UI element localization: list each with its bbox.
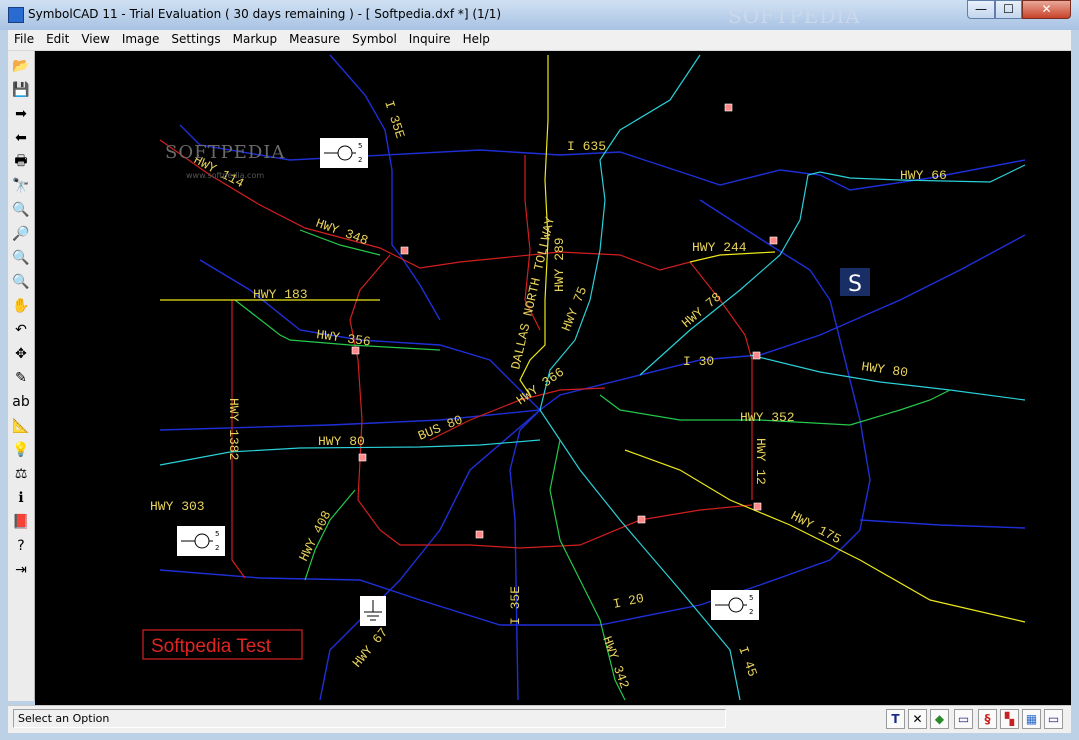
road-label-group: HWY 114 I 35E I 635 HWY 66 HWY 348 DALLA… bbox=[150, 99, 947, 691]
symbol-sub: 5 bbox=[749, 594, 753, 602]
road-label: I 45 bbox=[735, 644, 760, 678]
cancel-tool-button[interactable]: ✕ bbox=[908, 709, 927, 729]
status-bar: Select an Option T ✕ ◆ ▭ § ▚ ▦ ▭ bbox=[8, 705, 1071, 733]
open-folder-icon[interactable]: 📂 bbox=[10, 55, 32, 77]
softpedia-map-url: www.softpedia.com bbox=[186, 171, 264, 180]
print-icon[interactable]: 🖶 bbox=[10, 151, 32, 173]
menu-settings[interactable]: Settings bbox=[165, 30, 226, 49]
bulb-icon[interactable]: 💡 bbox=[10, 439, 32, 461]
status-text: Select an Option bbox=[13, 709, 726, 728]
road-label: I 20 bbox=[612, 591, 646, 612]
road-label: HWY 67 bbox=[350, 625, 392, 671]
drawing-canvas[interactable]: HWY 114 I 35E I 635 HWY 66 HWY 348 DALLA… bbox=[35, 51, 1071, 705]
maximize-button[interactable]: ☐ bbox=[995, 0, 1022, 19]
menu-file[interactable]: File bbox=[8, 30, 40, 49]
symbol-sub: 2 bbox=[215, 544, 219, 552]
move-icon[interactable]: ✥ bbox=[10, 343, 32, 365]
grid-tool-button[interactable]: ▦ bbox=[1022, 709, 1041, 729]
symbol-sub: 2 bbox=[358, 156, 362, 164]
road-label: HWY 80 bbox=[860, 359, 908, 380]
pencil-icon[interactable]: ✎ bbox=[10, 367, 32, 389]
symbol-box-icon: 5 2 bbox=[711, 590, 759, 620]
red-roads bbox=[159, 139, 753, 579]
zoom-window-icon[interactable]: 🔍 bbox=[10, 271, 32, 293]
menu-symbol[interactable]: Symbol bbox=[346, 30, 403, 49]
symbol-sub: 5 bbox=[215, 530, 219, 538]
road-label: I 30 bbox=[683, 354, 714, 369]
road-label: HWY 352 bbox=[740, 410, 795, 425]
forward-arrow-icon[interactable]: ➡ bbox=[10, 103, 32, 125]
title-watermark: SOFTPEDIA bbox=[728, 4, 861, 28]
road-label: HWY 66 bbox=[900, 168, 947, 183]
menu-edit[interactable]: Edit bbox=[40, 30, 75, 49]
pan-hand-icon[interactable]: ✋ bbox=[10, 295, 32, 317]
road-label: HWY 342 bbox=[599, 634, 632, 690]
road-label: HWY 303 bbox=[150, 499, 205, 514]
road-label: HWY 12 bbox=[753, 438, 768, 485]
exit-icon[interactable]: ⇥ bbox=[10, 559, 32, 581]
road-label: HWY 78 bbox=[679, 289, 725, 331]
road-label: I 35E bbox=[508, 586, 523, 625]
ground-symbol-icon bbox=[360, 596, 386, 626]
menu-measure[interactable]: Measure bbox=[283, 30, 346, 49]
road-label: DALLAS NORTH TOLLWAY bbox=[508, 215, 558, 371]
measure-icon[interactable]: 📐 bbox=[10, 415, 32, 437]
road-label: HWY 80 bbox=[318, 434, 365, 449]
menu-inquire[interactable]: Inquire bbox=[403, 30, 457, 49]
window-title: SymbolCAD 11 - Trial Evaluation ( 30 day… bbox=[28, 7, 502, 21]
title-bar: SymbolCAD 11 - Trial Evaluation ( 30 day… bbox=[0, 0, 1079, 30]
symbol-box-icon: 5 2 bbox=[320, 138, 368, 168]
binoculars-icon[interactable]: 🔭 bbox=[10, 175, 32, 197]
window-tool-button[interactable]: ▭ bbox=[1044, 709, 1063, 729]
test-label: Softpedia Test bbox=[151, 636, 272, 657]
menu-image[interactable]: Image bbox=[116, 30, 166, 49]
help-icon[interactable]: ? bbox=[10, 535, 32, 557]
road-label: HWY 183 bbox=[253, 287, 308, 302]
frame-tool-button[interactable]: ▭ bbox=[954, 709, 973, 729]
road-label: HWY 356 bbox=[315, 327, 371, 349]
app-icon bbox=[8, 7, 24, 23]
scale-icon[interactable]: ⚖ bbox=[10, 463, 32, 485]
softpedia-map-logo: SOFTPEDIA bbox=[165, 142, 285, 163]
road-label: HWY 408 bbox=[296, 508, 334, 563]
back-arrow-icon[interactable]: ⬅ bbox=[10, 127, 32, 149]
s-badge-letter: S bbox=[848, 272, 862, 297]
road-label: HWY 348 bbox=[314, 216, 370, 249]
zoom-icon[interactable]: 🔍 bbox=[10, 199, 32, 221]
snap-tool-button[interactable]: § bbox=[978, 709, 997, 729]
symbol-box-icon: 5 2 bbox=[177, 526, 225, 556]
text-tool-button[interactable]: T bbox=[886, 709, 905, 729]
text-ab-icon[interactable]: ab bbox=[10, 391, 32, 413]
road-label: BUS 80 bbox=[416, 412, 465, 443]
symbol-sub: 2 bbox=[749, 608, 753, 616]
info-icon[interactable]: ℹ bbox=[10, 487, 32, 509]
menu-bar: File Edit View Image Settings Markup Measure Sy… bbox=[8, 30, 1071, 51]
road-label: HWY 244 bbox=[692, 240, 747, 255]
book-icon[interactable]: 📕 bbox=[10, 511, 32, 533]
road-label: HWY 1382 bbox=[226, 398, 241, 460]
close-button[interactable]: ✕ bbox=[1022, 0, 1071, 19]
menu-markup[interactable]: Markup bbox=[227, 30, 283, 49]
symbol-sub: 5 bbox=[358, 142, 362, 150]
zoom-out-icon[interactable]: 🔍 bbox=[10, 247, 32, 269]
road-label: HWY 289 bbox=[552, 237, 567, 292]
map-drawing: HWY 114 I 35E I 635 HWY 66 HWY 348 DALLA… bbox=[142, 54, 1026, 701]
menu-help[interactable]: Help bbox=[457, 30, 496, 49]
layer-tool-button[interactable]: ◆ bbox=[930, 709, 949, 729]
save-icon[interactable]: 💾 bbox=[10, 79, 32, 101]
road-label: I 635 bbox=[567, 139, 606, 154]
color-tool-button[interactable]: ▚ bbox=[1000, 709, 1019, 729]
menu-view[interactable]: View bbox=[75, 30, 115, 49]
left-toolbar: 📂 💾 ➡ ⬅ 🖶 🔭 🔍 🔎 🔍 🔍 ✋ ↶ ✥ ✎ ab 📐 💡 ⚖ ℹ 📕? ⇥ bbox=[8, 51, 35, 701]
undo-icon[interactable]: ↶ bbox=[10, 319, 32, 341]
minimize-button[interactable]: — bbox=[967, 0, 995, 19]
zoom-in-icon[interactable]: 🔎 bbox=[10, 223, 32, 245]
